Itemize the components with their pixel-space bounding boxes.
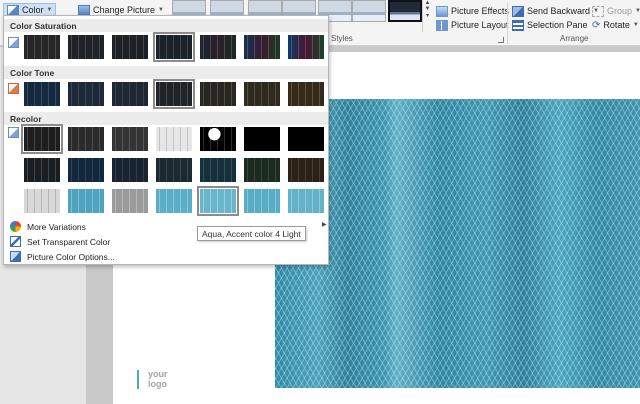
tooltip: Aqua, Accent color 4 Light — [197, 226, 306, 241]
saturation-swatch[interactable] — [288, 35, 324, 59]
recolor-swatch[interactable] — [24, 189, 60, 213]
recolor-swatch[interactable] — [112, 158, 148, 182]
set-transparent-color-label: Set Transparent Color — [27, 236, 111, 247]
recolor-swatch[interactable] — [112, 127, 148, 151]
saturation-icon — [8, 37, 19, 48]
chevron-down-icon: ▼ — [46, 7, 53, 13]
dialog-launcher-icon[interactable] — [498, 37, 504, 43]
chevron-down-icon: ▼ — [632, 22, 639, 28]
picture-effects-button[interactable]: Picture Effects ▼ — [436, 4, 518, 18]
recolor-swatch[interactable] — [288, 127, 324, 151]
send-backward-label: Send Backward — [527, 6, 591, 16]
change-picture-icon — [78, 4, 90, 16]
tone-swatch[interactable] — [153, 79, 195, 109]
rotate-button[interactable]: ⟳ Rotate ▼ — [592, 18, 639, 32]
picture-color-options-label: Picture Color Options... — [27, 251, 115, 262]
logo-line-2: logo — [148, 379, 167, 389]
recolor-swatch[interactable] — [197, 186, 239, 216]
recolor-swatch[interactable] — [68, 189, 104, 213]
saturation-swatch[interactable] — [244, 35, 280, 59]
picture-options-icon — [10, 251, 21, 262]
picture-style-thumb[interactable] — [388, 0, 422, 22]
transparent-color-icon — [10, 236, 21, 247]
recolor-swatch[interactable] — [288, 189, 324, 213]
color-saturation-header: Color Saturation — [4, 19, 328, 32]
change-picture-label: Change Picture — [93, 5, 156, 15]
logo-placeholder: your logo — [148, 369, 168, 389]
tone-icon — [8, 83, 19, 94]
tone-swatch[interactable] — [112, 82, 148, 106]
recolor-swatch[interactable] — [156, 127, 192, 151]
recolor-swatch[interactable] — [112, 189, 148, 213]
send-backward-icon — [512, 5, 524, 17]
recolor-swatch[interactable] — [200, 158, 236, 182]
selection-pane-icon — [512, 19, 524, 31]
tone-swatch[interactable] — [288, 82, 324, 106]
saturation-swatch[interactable] — [112, 35, 148, 59]
more-variations-item[interactable]: More Variations — [10, 220, 86, 233]
recolor-swatch[interactable] — [156, 189, 192, 213]
recolor-swatch[interactable] — [244, 158, 280, 182]
picture-layout-button[interactable]: Picture Layout ▼ — [436, 18, 518, 32]
saturation-swatch[interactable] — [68, 35, 104, 59]
slide-picture[interactable] — [275, 99, 640, 388]
submenu-arrow-icon: ▶ — [322, 222, 327, 228]
tone-swatch[interactable] — [24, 82, 60, 106]
recolor-icon — [8, 127, 19, 138]
recolor-swatch[interactable] — [156, 158, 192, 182]
group-divider — [507, 2, 508, 44]
recolor-swatch[interactable] — [68, 158, 104, 182]
group-icon — [592, 5, 604, 17]
saturation-swatch[interactable] — [24, 35, 60, 59]
tone-swatch[interactable] — [200, 82, 236, 106]
rotate-label: Rotate — [603, 20, 630, 30]
picture-style-thumb[interactable] — [352, 0, 386, 22]
recolor-swatch[interactable] — [244, 189, 280, 213]
chevron-down-icon: ▼ — [635, 8, 640, 14]
arrange-group-label: Arrange — [560, 34, 589, 43]
set-transparent-color-item[interactable]: Set Transparent Color — [10, 235, 110, 248]
recolor-swatch[interactable] — [21, 124, 63, 154]
palette-icon — [10, 221, 21, 232]
more-variations-label: More Variations — [27, 221, 86, 232]
recolor-swatch[interactable] — [68, 127, 104, 151]
recolor-header: Recolor — [4, 112, 328, 125]
logo-line-1: your — [148, 369, 168, 379]
recolor-swatch[interactable] — [288, 158, 324, 182]
picture-effects-label: Picture Effects — [451, 6, 509, 16]
selection-pane-button[interactable]: Selection Pane — [512, 18, 588, 32]
saturation-swatch[interactable] — [153, 32, 195, 62]
color-tone-header: Color Tone — [4, 66, 328, 79]
picture-layout-icon — [436, 19, 448, 31]
group-label: Group — [607, 6, 633, 16]
selection-pane-label: Selection Pane — [527, 20, 588, 30]
picture-effects-icon — [436, 5, 448, 17]
logo-accent-bar — [137, 370, 139, 389]
recolor-swatch[interactable] — [200, 127, 236, 151]
chevron-down-icon: ▼ — [158, 7, 164, 13]
recolor-swatch[interactable] — [244, 127, 280, 151]
recolor-swatch[interactable] — [24, 158, 60, 182]
tone-swatch[interactable] — [244, 82, 280, 106]
picture-color-options-item[interactable]: Picture Color Options... — [10, 250, 115, 263]
gallery-scroll[interactable]: ▲ ▼ ▾ — [422, 0, 432, 32]
gallery-more-icon[interactable]: ▾ — [426, 12, 429, 19]
rotate-icon: ⟳ — [592, 19, 601, 31]
color-icon — [7, 4, 19, 16]
tone-swatch[interactable] — [68, 82, 104, 106]
color-button-label: Color — [22, 5, 44, 15]
group-button[interactable]: Group ▼ — [592, 4, 640, 18]
picture-layout-label: Picture Layout — [451, 20, 509, 30]
send-backward-button[interactable]: Send Backward ▼ — [512, 4, 599, 18]
styles-group-label: Styles — [331, 34, 353, 43]
saturation-swatch[interactable] — [200, 35, 236, 59]
